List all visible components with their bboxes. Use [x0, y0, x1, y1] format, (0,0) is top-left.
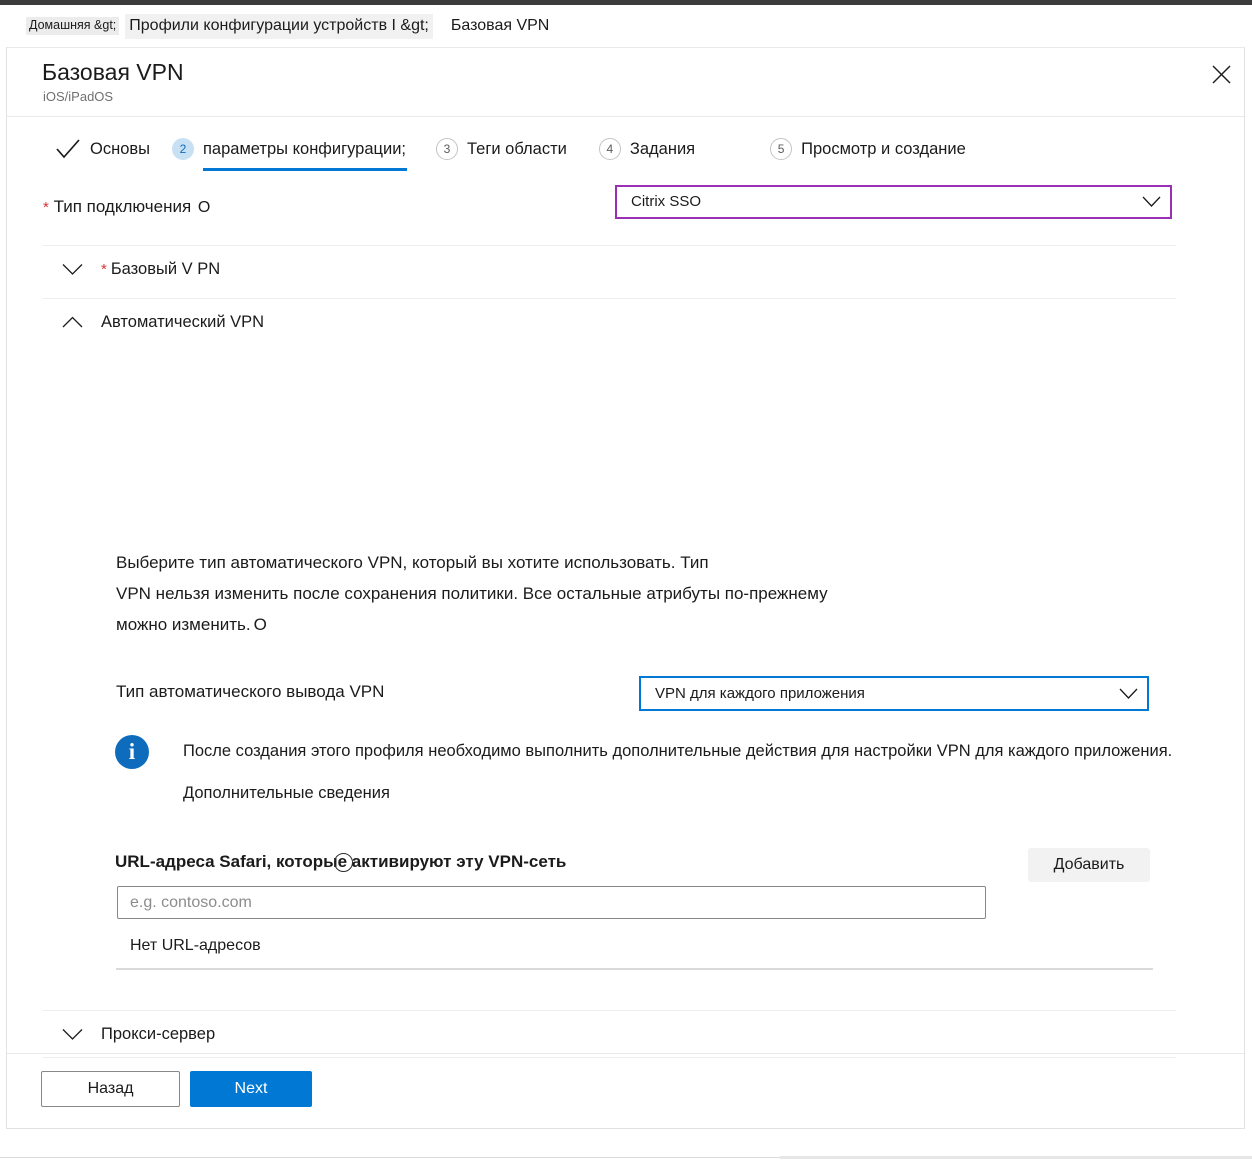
close-icon — [1211, 64, 1232, 85]
wizard-step-label-configuration-settings: параметры конфигурации; — [203, 140, 407, 158]
chevron-down-icon — [1132, 196, 1170, 208]
description-line-3: можно изменить. — [116, 615, 251, 634]
chevron-up-icon — [62, 316, 83, 329]
wizard-step-badge-2: 2 — [172, 138, 194, 160]
connection-type-value: Citrix SSO — [631, 193, 702, 210]
info-icon: i — [115, 735, 149, 769]
chevron-down-icon — [62, 1028, 83, 1041]
breadcrumb-item-device-profiles[interactable]: Профили конфигурации устройств I &gt; — [125, 13, 433, 39]
wizard-step-label-scope-tags: Теги области — [467, 140, 567, 158]
wizard-step-badge-4: 4 — [598, 138, 621, 160]
blade-content: Основы 2 параметры конфигурации; 3 Теги … — [7, 117, 1244, 1058]
wizard-step-badge-3: 3 — [436, 138, 459, 160]
wizard-step-badge-5: 5 — [770, 138, 793, 160]
info-icon-glyph: i — [128, 739, 136, 764]
connection-type-label-text: Тип подключения — [53, 197, 192, 216]
mouse-cursor-ring — [334, 853, 353, 872]
connection-type-label: * Тип подключения O — [43, 196, 210, 219]
section-base-vpn[interactable]: * Базовый V PN — [7, 246, 220, 292]
info-glyph-icon[interactable]: O — [198, 199, 210, 216]
page-title: Базовая VPN — [42, 59, 184, 85]
back-button[interactable]: Назад — [41, 1071, 180, 1107]
required-asterisk: * — [43, 199, 49, 216]
wizard-step-review-create[interactable]: 5 Просмотр и создание — [770, 125, 966, 173]
blade-panel: Базовая VPN iOS/iPadOS Основы 2 параметр… — [6, 47, 1245, 1129]
safari-urls-underline — [116, 968, 1153, 970]
wizard-step-basics[interactable]: Основы — [7, 125, 150, 173]
bottom-separator-left — [0, 1157, 780, 1158]
description-line-1: Выберите тип автоматического VPN, которы… — [116, 553, 709, 572]
required-asterisk: * — [101, 260, 107, 278]
section-proxy-server[interactable]: Прокси-сервер — [7, 1011, 215, 1057]
chevron-down-icon — [1109, 688, 1147, 700]
safari-url-input[interactable] — [117, 886, 986, 919]
bottom-separator-right — [780, 1156, 1252, 1159]
section-base-vpn-title-text: Базовый V PN — [110, 259, 221, 278]
learn-more-link[interactable]: Дополнительные сведения — [183, 782, 390, 804]
connection-type-row: * Тип подключения O Citrix SSO — [7, 183, 1244, 245]
wizard-step-configuration-settings[interactable]: 2 параметры конфигурации; — [172, 125, 408, 173]
chevron-down-icon — [62, 263, 83, 276]
wizard-step-scope-tags[interactable]: 3 Теги области — [436, 125, 567, 173]
wizard-steps: Основы 2 параметры конфигурации; 3 Теги … — [7, 117, 1244, 181]
wizard-step-label-review-create: Просмотр и создание — [801, 140, 966, 158]
wizard-step-label-assignments: Задания — [629, 140, 696, 158]
section-base-vpn-title: * Базовый V PN — [101, 259, 220, 280]
checkmark-icon — [55, 138, 81, 160]
safari-urls-empty-text: Нет URL-адресов — [130, 937, 261, 954]
automatic-vpn-type-label: Тип автоматического вывода VPN — [116, 682, 385, 701]
connection-type-dropdown[interactable]: Citrix SSO — [615, 185, 1172, 219]
section-automatic-vpn[interactable]: Автоматический VPN — [7, 299, 264, 345]
page-subtitle: iOS/iPadOS — [43, 89, 114, 104]
next-button[interactable]: Next — [190, 1071, 312, 1107]
automatic-vpn-type-value: VPN для каждого приложения — [655, 684, 865, 702]
automatic-vpn-type-dropdown[interactable]: VPN для каждого приложения — [639, 676, 1149, 711]
breadcrumb: Домашняя &gt; Профили конфигурации устро… — [0, 5, 1252, 47]
automatic-vpn-type-row: Тип автоматического вывода VPN VPN для к… — [7, 673, 1244, 715]
automatic-vpn-description: Выберите тип автоматического VPN, которы… — [116, 547, 946, 640]
section-automatic-vpn-title: Автоматический VPN — [101, 312, 265, 331]
breadcrumb-item-current: Базовая VPN — [450, 17, 550, 34]
description-line-2: VPN нельзя изменить после сохранения пол… — [116, 584, 828, 603]
info-glyph-icon[interactable]: O — [254, 615, 267, 634]
wizard-active-underline — [203, 168, 408, 171]
wizard-step-assignments[interactable]: 4 Задания — [598, 125, 696, 173]
info-message-text: После создания этого профиля необходимо … — [183, 742, 1173, 760]
add-url-button[interactable]: Добавить — [1028, 848, 1150, 882]
wizard-footer: Назад Next — [7, 1053, 1244, 1128]
section-proxy-server-title: Прокси-сервер — [101, 1024, 216, 1043]
blade-header: Базовая VPN iOS/iPadOS — [7, 48, 1244, 117]
wizard-step-label-basics: Основы — [90, 140, 150, 158]
close-button[interactable] — [1198, 48, 1244, 100]
breadcrumb-item-home[interactable]: Домашняя &gt; — [26, 17, 120, 35]
description-line-3-wrapper: можно изменить. O — [116, 609, 946, 640]
